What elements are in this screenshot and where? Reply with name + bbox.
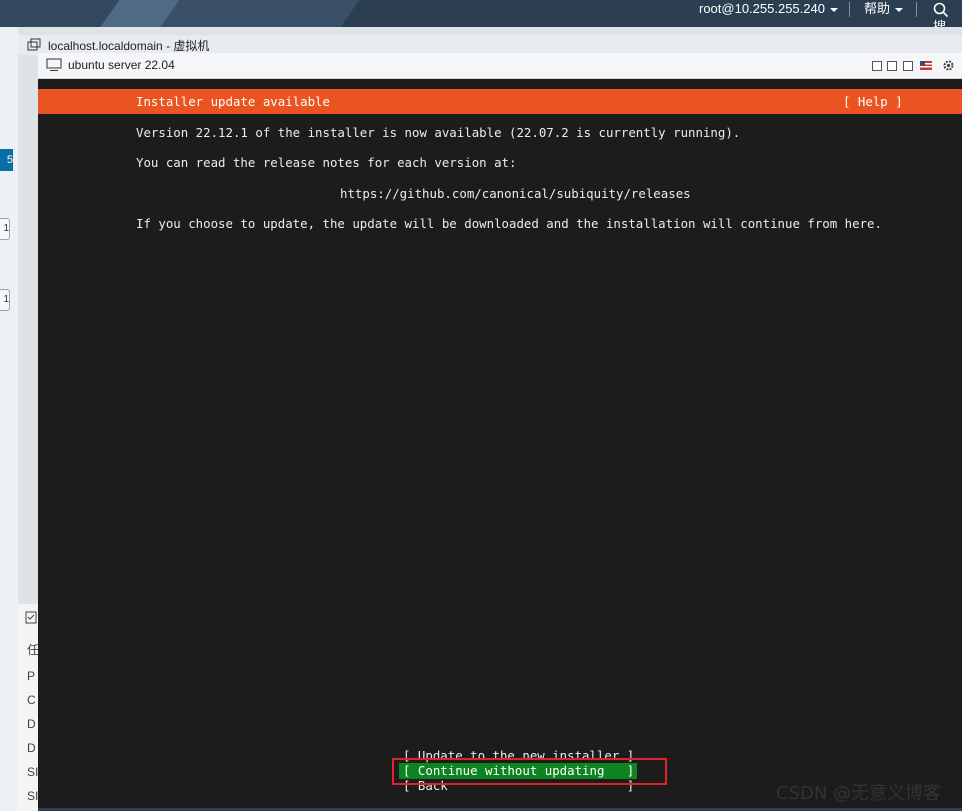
user-menu-label: root@10.255.255.240 <box>699 1 825 16</box>
chevron-down-icon <box>829 7 838 12</box>
update-explanation-text: If you choose to update, the update will… <box>136 216 882 231</box>
installer-header-title: Installer update available <box>136 94 330 109</box>
gear-icon[interactable] <box>942 59 955 72</box>
vm-window-title: localhost.localdomain - 虚拟机 <box>48 39 210 53</box>
release-notes-url: https://github.com/canonical/subiquity/r… <box>340 186 691 201</box>
vm-icon <box>27 38 41 51</box>
task-row: D <box>27 741 36 755</box>
restore-icon[interactable] <box>872 61 882 71</box>
panel-button[interactable]: 1 <box>0 289 10 311</box>
search-button[interactable]: 搜 <box>933 0 962 27</box>
chevron-down-icon <box>895 7 904 12</box>
annotation-highlight-box <box>392 758 667 785</box>
panel-button[interactable]: 1 <box>0 218 10 240</box>
maximize-icon[interactable] <box>903 61 913 71</box>
console-title: ubuntu server 22.04 <box>68 58 175 72</box>
console-title-bar: ubuntu server 22.04 <box>38 53 962 79</box>
installer-header: Installer update available [ Help ] <box>38 89 962 114</box>
top-bar: root@10.255.255.240 帮助 搜 <box>0 0 962 27</box>
task-row: SI <box>27 765 39 779</box>
watermark: CSDN @无意义博客 <box>776 783 942 804</box>
topbar-decoration <box>160 0 360 27</box>
minimize-icon[interactable] <box>887 61 897 71</box>
help-button[interactable]: [ Help ] <box>843 94 903 110</box>
task-row: D <box>27 717 36 731</box>
installer-terminal[interactable]: Installer update available [ Help ] Vers… <box>38 79 962 808</box>
panel-tab[interactable]: 5 <box>0 149 13 171</box>
task-row: SI <box>27 789 39 803</box>
inventory-panel: 5 1 1 <box>0 27 18 811</box>
search-icon <box>933 2 949 17</box>
tasks-panel <box>18 604 38 811</box>
keyboard-flag-icon[interactable] <box>920 61 932 70</box>
user-menu[interactable]: root@10.255.255.240 <box>699 0 838 20</box>
search-label: 搜 <box>933 19 947 27</box>
clipboard-icon <box>25 611 37 624</box>
help-menu[interactable]: 帮助 <box>864 0 904 20</box>
vm-window-header: localhost.localdomain - 虚拟机 <box>18 35 962 55</box>
release-notes-text: You can read the release notes for each … <box>136 155 517 170</box>
task-row: P <box>27 669 36 683</box>
help-menu-label: 帮助 <box>864 1 891 16</box>
task-row: C <box>27 693 36 707</box>
monitor-icon <box>46 58 62 71</box>
divider <box>849 2 850 17</box>
divider <box>916 2 917 17</box>
version-text: Version 22.12.1 of the installer is now … <box>136 125 741 140</box>
